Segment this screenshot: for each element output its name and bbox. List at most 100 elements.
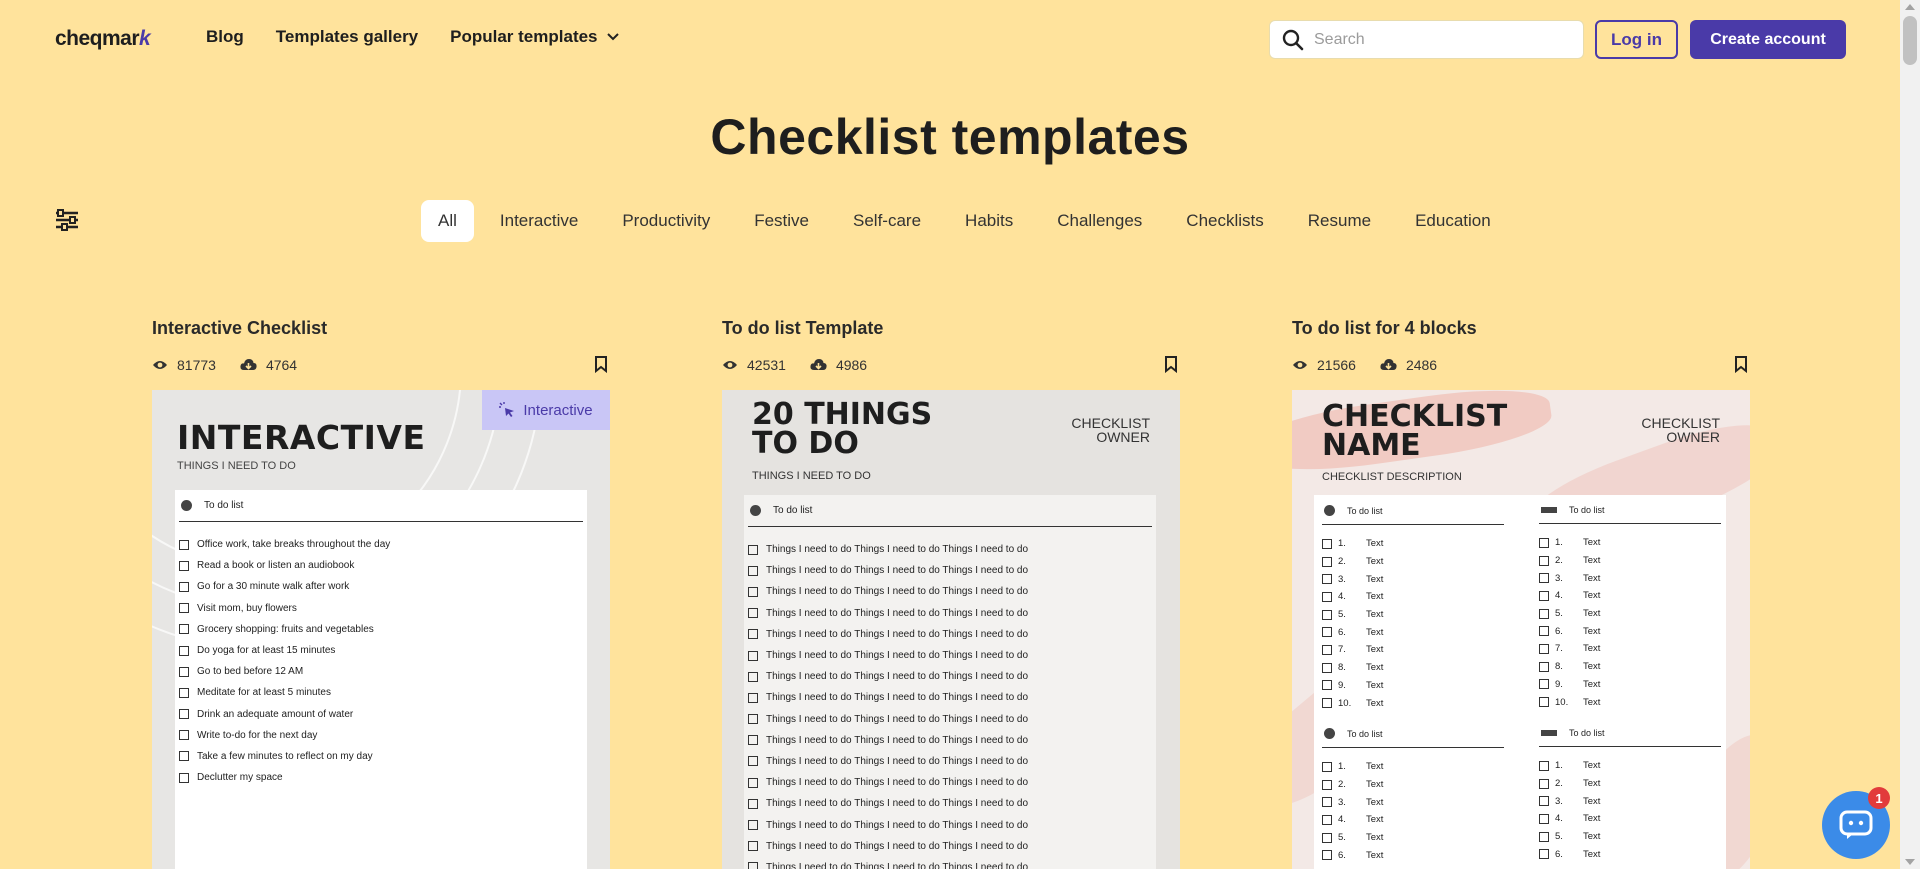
checklist-item: 5. Text (1322, 606, 1504, 624)
preview-owner: CHECKLIST OWNER (1641, 416, 1720, 444)
checklist-item: Meditate for at least 5 minutes (179, 682, 583, 703)
checklist-item: Do yoga for at least 15 minutes (179, 640, 583, 661)
checkbox (1539, 626, 1549, 637)
downloads-count: 4764 (265, 357, 298, 373)
search-input[interactable] (1314, 30, 1564, 49)
checkbox (748, 820, 758, 831)
checkbox (1322, 698, 1332, 709)
scroll-up-arrow[interactable] (1905, 4, 1915, 10)
tab-festive[interactable]: Festive (732, 200, 831, 242)
checklist-item-text: Text (1366, 796, 1384, 808)
list-header: To do list (179, 500, 583, 522)
checkbox (1539, 796, 1549, 807)
checkbox (179, 709, 189, 720)
checkbox (1322, 814, 1332, 825)
card-title[interactable]: To do list for 4 blocks (1292, 318, 1750, 339)
filter-icon[interactable] (55, 209, 79, 236)
checklist-item: 1. Text (1539, 757, 1721, 775)
logo[interactable]: cheqmark (55, 27, 151, 51)
checklist-item: 7. Text (1539, 640, 1721, 658)
tab-productivity[interactable]: Productivity (600, 200, 732, 242)
checkbox (1539, 537, 1549, 548)
checklist-item: 5. Text (1539, 828, 1721, 846)
checklist-item-text: Things I need to do Things I need to do … (766, 777, 1029, 789)
checklist-item: Things I need to do Things I need to do … (748, 624, 1152, 645)
checklist-item: 2. Text (1539, 552, 1721, 570)
page-scrollbar[interactable] (1900, 0, 1920, 869)
tab-checklists[interactable]: Checklists (1164, 200, 1285, 242)
template-card-interactive-checklist[interactable]: Interactive Checklist 81773 4764 INTERAC… (152, 318, 610, 869)
checklist-item-text: Meditate for at least 5 minutes (197, 687, 331, 699)
template-card-to-do-list[interactable]: To do list Template 42531 4986 20 THINGS… (722, 318, 1180, 869)
nav-blog[interactable]: Blog (206, 27, 244, 47)
bookmark-icon[interactable] (1734, 356, 1748, 373)
checklist-item: Take a few minutes to reflect on my day (179, 746, 583, 767)
checklist-item: Declutter my space (179, 767, 583, 788)
template-preview[interactable]: 20 THINGS TO DO CHECKLIST OWNER THINGS I N… (722, 390, 1180, 869)
checkbox (748, 608, 758, 619)
tab-interactive[interactable]: Interactive (478, 200, 600, 242)
item-number: 1. (1555, 537, 1563, 549)
preview-owner: CHECKLIST OWNER (1071, 416, 1150, 444)
checklist-item: Things I need to do Things I need to do … (748, 603, 1152, 624)
checklist-items: Office work, take breaks throughout the … (179, 534, 583, 788)
main-nav: Blog Templates gallery Popular templates (206, 27, 620, 47)
checklist-item-text: Text (1583, 813, 1601, 825)
downloads-stat: 2486 (1380, 357, 1437, 373)
checkbox (1322, 662, 1332, 673)
page-title: Checklist templates (710, 109, 1190, 165)
bookmark-icon[interactable] (1164, 356, 1178, 373)
checklist-item-text: Grocery shopping: fruits and vegetables (197, 623, 374, 635)
tab-all[interactable]: All (421, 200, 474, 242)
scroll-thumb[interactable] (1903, 16, 1917, 65)
checkbox (179, 687, 189, 698)
bookmark-icon[interactable] (594, 356, 608, 373)
preview-sheet: To do list Office work, take breaks thro… (175, 490, 587, 869)
checklist-item: Write to-do for the next day (179, 725, 583, 746)
downloads-count: 4986 (835, 357, 868, 373)
checkbox (1539, 679, 1549, 690)
checklist-item: Things I need to do Things I need to do … (748, 581, 1152, 602)
checklist-item-text: Things I need to do Things I need to do … (766, 713, 1029, 725)
checklist-item-text: Text (1366, 779, 1384, 791)
item-number: 5. (1338, 609, 1346, 621)
checklist-item-text: Text (1366, 662, 1384, 674)
checkbox (748, 544, 758, 555)
template-preview[interactable]: CHECKLIST NAME CHECKLIST OWNER CHECKLIST D… (1292, 390, 1750, 869)
nav-popular-templates[interactable]: Popular templates (450, 27, 619, 47)
preview-owner-line: OWNER (1096, 429, 1150, 445)
checklist-item: 1. Text (1539, 534, 1721, 552)
login-button[interactable]: Log in (1595, 20, 1678, 59)
checklist-item-text: Text (1366, 761, 1384, 773)
search-box[interactable] (1269, 20, 1584, 59)
create-account-button[interactable]: Create account (1690, 20, 1846, 59)
tab-resume[interactable]: Resume (1286, 200, 1393, 242)
checklist-item: Things I need to do Things I need to do … (748, 793, 1152, 814)
checklist-item-text: Text (1366, 591, 1384, 603)
checklist-item: Things I need to do Things I need to do … (748, 687, 1152, 708)
scroll-down-arrow[interactable] (1905, 859, 1915, 865)
template-preview[interactable]: INTERACTIVE THINGS I NEED TO DO Interact… (152, 390, 610, 869)
checkbox (748, 629, 758, 640)
tab-self-care[interactable]: Self-care (831, 200, 943, 242)
checklist-item-text: Office work, take breaks throughout the … (197, 539, 391, 551)
tab-challenges[interactable]: Challenges (1035, 200, 1164, 242)
checklist-item: 4. Text (1322, 588, 1504, 606)
checkbox (748, 692, 758, 703)
template-card-to-do-list-4-blocks[interactable]: To do list for 4 blocks 21566 2486 CHECK… (1292, 318, 1750, 869)
item-number: 3. (1338, 796, 1346, 808)
checklist-item-text: Things I need to do Things I need to do … (766, 650, 1029, 662)
tab-education[interactable]: Education (1393, 200, 1513, 242)
tab-habits[interactable]: Habits (943, 200, 1035, 242)
logo-check-mark: k (139, 27, 151, 50)
checkbox (179, 751, 189, 762)
checklist-item: Things I need to do Things I need to do … (748, 857, 1152, 869)
card-title[interactable]: Interactive Checklist (152, 318, 610, 339)
checklist-item-text: Things I need to do Things I need to do … (766, 544, 1029, 556)
card-title[interactable]: To do list Template (722, 318, 1180, 339)
list-block: To do list 1. Text 2. Text 3. Text 4. Text 5. Text… (1322, 505, 1504, 712)
item-number: 2. (1555, 778, 1563, 790)
nav-templates-gallery[interactable]: Templates gallery (276, 27, 418, 47)
checklist-item-text: Text (1366, 573, 1384, 585)
unread-badge: 1 (1868, 787, 1890, 809)
